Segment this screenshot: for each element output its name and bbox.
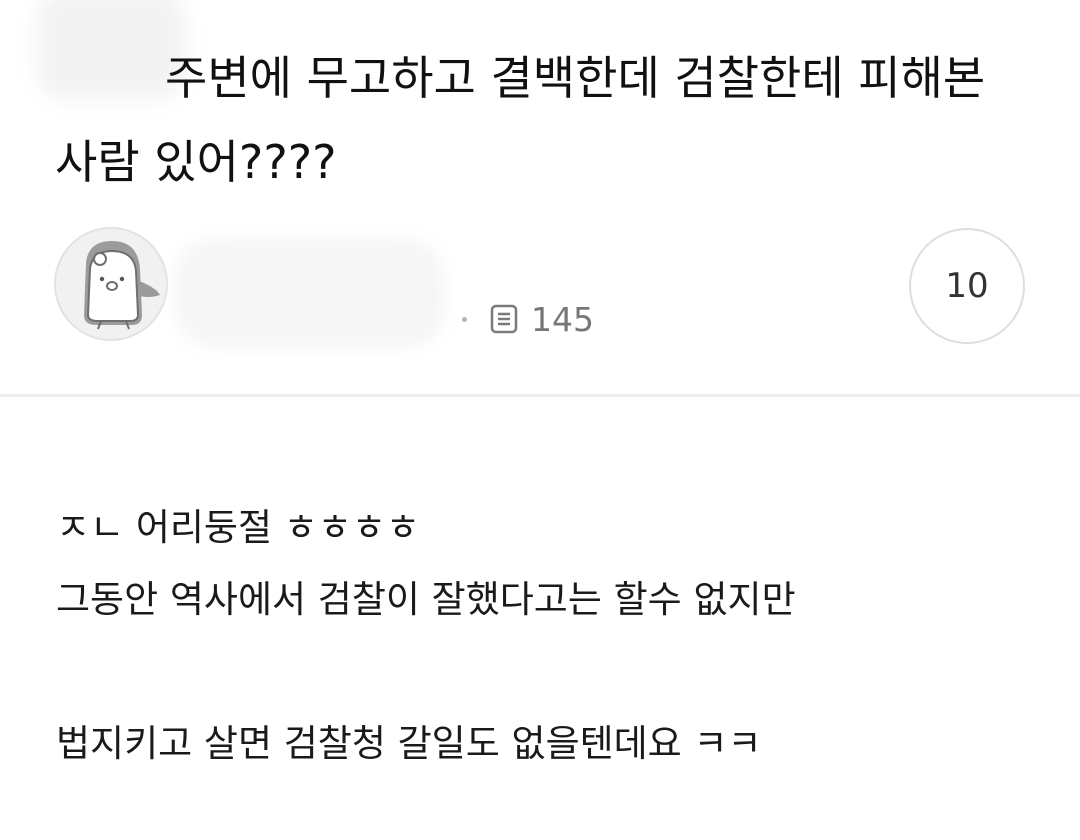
divider	[0, 394, 1080, 397]
document-icon	[489, 303, 519, 335]
post-body: ㅈㄴ 어리둥절 ㅎㅎㅎㅎ 그동안 역사에서 검찰이 잘했다고는 할수 없지만 법…	[56, 492, 1046, 780]
body-blank-line	[56, 636, 1046, 708]
comment-count: 10	[945, 266, 989, 306]
post-title: 주변에 무고하고 결백한데 검찰한테 피해본 사람 있어????	[55, 51, 986, 189]
author-name-redacted	[175, 238, 445, 348]
body-line: 그동안 역사에서 검찰이 잘했다고는 할수 없지만	[56, 578, 796, 621]
author-avatar[interactable]	[54, 227, 168, 341]
separator-dot	[462, 316, 467, 322]
body-line: 법지키고 살면 검찰청 갈일도 없을텐데요 ㅋㅋ	[56, 722, 762, 765]
body-line: ㅈㄴ 어리둥절 ㅎㅎㅎㅎ	[56, 506, 420, 549]
post-meta: 145	[462, 298, 594, 340]
comment-count-button[interactable]: 10	[909, 228, 1025, 344]
view-count: 145	[531, 299, 594, 339]
penguin-avatar-icon	[56, 229, 166, 339]
post-page: 주변에 무고하고 결백한데 검찰한테 피해본 사람 있어???? 145 10 …	[0, 0, 1080, 840]
